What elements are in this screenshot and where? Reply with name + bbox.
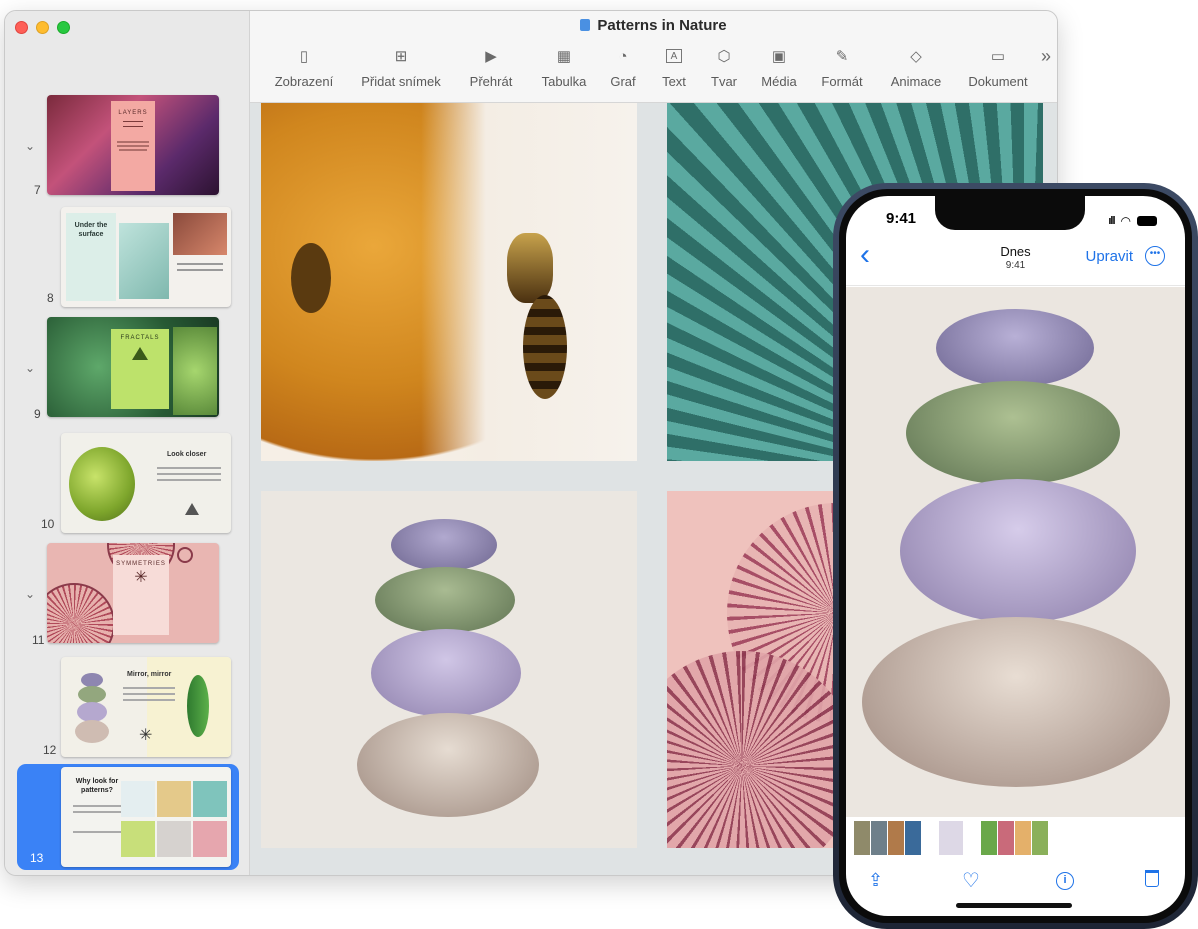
slide-number: 12 <box>43 743 57 757</box>
title-toolbar: Patterns in Nature ▯ Zobrazení ⊞ Přidat sn… <box>250 11 1057 103</box>
iphone-notch <box>935 196 1085 230</box>
sea-urchin-stack-photo[interactable] <box>261 491 637 848</box>
sidebar-view-icon: ▯ <box>299 48 309 65</box>
slide-title: Under the surface <box>74 222 108 238</box>
iphone-bezel: 9:41 ıll ◠ ‹ Dnes 9:41 Upravit ••• ⇪ ♡ i <box>839 189 1192 923</box>
slide-title: SYMMETRIES <box>116 561 166 567</box>
photo-thumbnail[interactable] <box>854 821 870 855</box>
toolbar-format-button[interactable]: ✎ Formát <box>812 45 872 95</box>
toolbar-table-button[interactable]: ▦ Tabulka <box>528 45 600 95</box>
slide-number: 10 <box>41 517 55 531</box>
photo-viewer[interactable] <box>846 287 1185 817</box>
minimize-window-button[interactable] <box>36 21 49 34</box>
honeycomb-bee-photo[interactable] <box>261 103 637 461</box>
slide-thumbnail[interactable]: LAYERS <box>47 95 219 195</box>
collapse-chevron-icon[interactable]: ⌄ <box>25 139 35 153</box>
iphone-device: 9:41 ıll ◠ ‹ Dnes 9:41 Upravit ••• ⇪ ♡ i <box>833 183 1198 929</box>
photo-thumbnail[interactable] <box>1032 821 1048 855</box>
edit-button[interactable]: Upravit <box>1085 248 1133 265</box>
media-icon: ▣ <box>771 48 787 65</box>
toolbar-overflow-button[interactable]: » <box>1036 45 1056 95</box>
slide-thumbnail[interactable]: Mirror, mirror ✳ <box>61 657 231 757</box>
photo-thumbnail[interactable] <box>981 821 997 855</box>
slide-number: 11 <box>32 633 45 647</box>
slide-number: 13 <box>30 851 44 865</box>
toolbar-view-button[interactable]: ▯ Zobrazení <box>260 45 348 95</box>
animate-diamond-icon: ◇ <box>910 48 922 65</box>
slide-thumbnail[interactable]: Look closer <box>61 433 231 533</box>
photo-thumbnail[interactable] <box>998 821 1014 855</box>
trash-icon[interactable] <box>1145 870 1159 887</box>
photo-thumbnail[interactable] <box>922 821 938 855</box>
toolbar-play-button[interactable]: ▶ Přehrát <box>454 45 528 95</box>
close-window-button[interactable] <box>15 21 28 34</box>
iphone-screen: 9:41 ıll ◠ ‹ Dnes 9:41 Upravit ••• ⇪ ♡ i <box>846 196 1185 916</box>
play-icon: ▶ <box>485 48 497 65</box>
text-box-icon: A <box>666 49 682 63</box>
nav-subtitle: 9:41 <box>1005 260 1026 271</box>
wifi-icon: ◠ <box>1120 214 1131 228</box>
slide-thumbnail[interactable]: Under the surface <box>61 207 231 307</box>
photos-nav-bar: ‹ Dnes 9:41 Upravit ••• <box>846 240 1185 286</box>
slide-number: 7 <box>34 183 41 197</box>
photos-bottom-toolbar: ⇪ ♡ i <box>846 862 1185 902</box>
photo-thumbnail[interactable] <box>871 821 887 855</box>
collapse-chevron-icon[interactable]: ⌄ <box>25 361 35 375</box>
collapse-chevron-icon[interactable]: ⌄ <box>25 587 35 601</box>
slide-number: 9 <box>34 407 41 421</box>
slide-thumbnail[interactable]: SYMMETRIES ✳ <box>47 543 219 643</box>
status-icons: ıll ◠ <box>1108 214 1157 228</box>
toolbar-document-button[interactable]: ▭ Dokument <box>960 45 1036 95</box>
photo-thumbnail-selected[interactable] <box>939 821 963 855</box>
shape-icon: ⬡ <box>717 48 731 65</box>
info-icon[interactable]: i <box>1056 872 1074 890</box>
status-time: 9:41 <box>886 210 917 227</box>
slide-title: FRACTALS <box>120 335 160 341</box>
window-title: Patterns in Nature <box>250 17 1057 34</box>
toolbar: ▯ Zobrazení ⊞ Přidat snímek ▶ Přehrát ▦ Tabu… <box>260 45 1057 95</box>
chevron-double-right-icon: » <box>1040 45 1051 66</box>
slide-navigator: ⌄ 7 LAYERS 8 Under the surface ⌄ 9 FRACT… <box>5 11 250 875</box>
table-icon: ▦ <box>556 48 572 65</box>
heart-icon[interactable]: ♡ <box>962 868 980 893</box>
photo-thumbnail[interactable] <box>964 821 980 855</box>
format-brush-icon: ✎ <box>835 48 849 65</box>
battery-icon <box>1137 216 1157 226</box>
toolbar-add-slide-button[interactable]: ⊞ Přidat snímek <box>348 45 454 95</box>
document-icon: ▭ <box>990 48 1006 65</box>
photo-thumbnail[interactable] <box>1015 821 1031 855</box>
toolbar-chart-button[interactable]: ◔ Graf <box>600 45 646 95</box>
photo-thumbnail[interactable] <box>888 821 904 855</box>
toolbar-animate-button[interactable]: ◇ Animace <box>872 45 960 95</box>
toolbar-media-button[interactable]: ▣ Média <box>746 45 812 95</box>
home-indicator[interactable] <box>956 903 1072 908</box>
nav-title: Dnes <box>1000 244 1031 259</box>
slide-number: 8 <box>47 291 54 305</box>
keynote-document-icon <box>580 19 591 31</box>
plus-square-icon: ⊞ <box>394 48 408 65</box>
zoom-window-button[interactable] <box>57 21 70 34</box>
screenshot-stage: ⌄ 7 LAYERS 8 Under the surface ⌄ 9 FRACT… <box>0 0 1198 929</box>
share-icon[interactable]: ⇪ <box>868 870 883 891</box>
more-options-icon[interactable]: ••• <box>1145 246 1165 266</box>
photo-thumbnail[interactable] <box>905 821 921 855</box>
slide-title: Look closer <box>167 451 207 458</box>
slide-thumbnail[interactable]: FRACTALS <box>47 317 219 417</box>
chart-icon: ◔ <box>618 47 628 65</box>
toolbar-text-button[interactable]: A Text <box>646 45 702 95</box>
slide-title: Why look for patterns? <box>75 778 119 794</box>
toolbar-shape-button[interactable]: ⬡ Tvar <box>702 45 746 95</box>
slide-title: Mirror, mirror <box>127 671 172 678</box>
photo-thumbnail-strip[interactable] <box>846 821 1185 857</box>
slide-title: LAYERS <box>118 110 148 116</box>
cellular-signal-icon: ıll <box>1108 215 1115 227</box>
slide-thumbnail-selected[interactable]: Why look for patterns? <box>61 767 231 867</box>
